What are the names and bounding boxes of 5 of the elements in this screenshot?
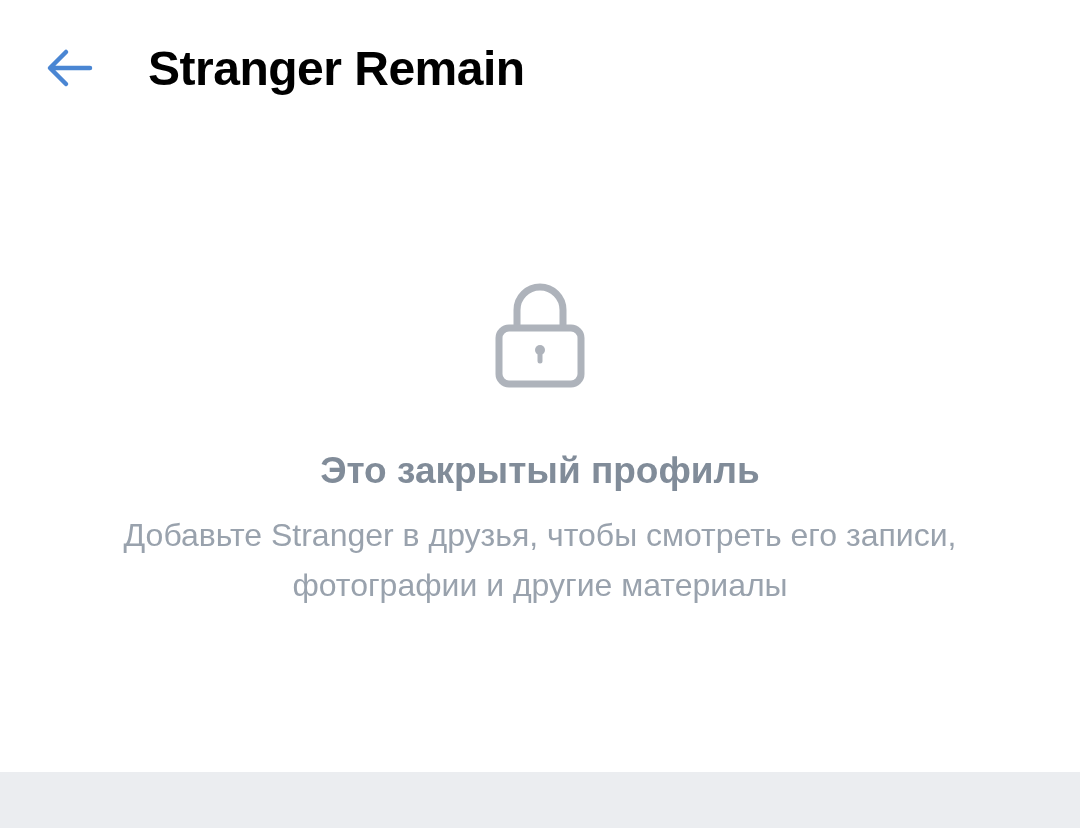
private-profile-message: Добавьте Stranger в друзья, чтобы смотреть его записи, фотографии и другие материалы xyxy=(122,516,958,605)
page-title: Stranger Remain xyxy=(148,40,525,96)
lock-icon xyxy=(495,282,585,388)
private-profile-heading: Это закрытый профиль xyxy=(320,450,760,492)
back-arrow-icon xyxy=(46,48,94,88)
